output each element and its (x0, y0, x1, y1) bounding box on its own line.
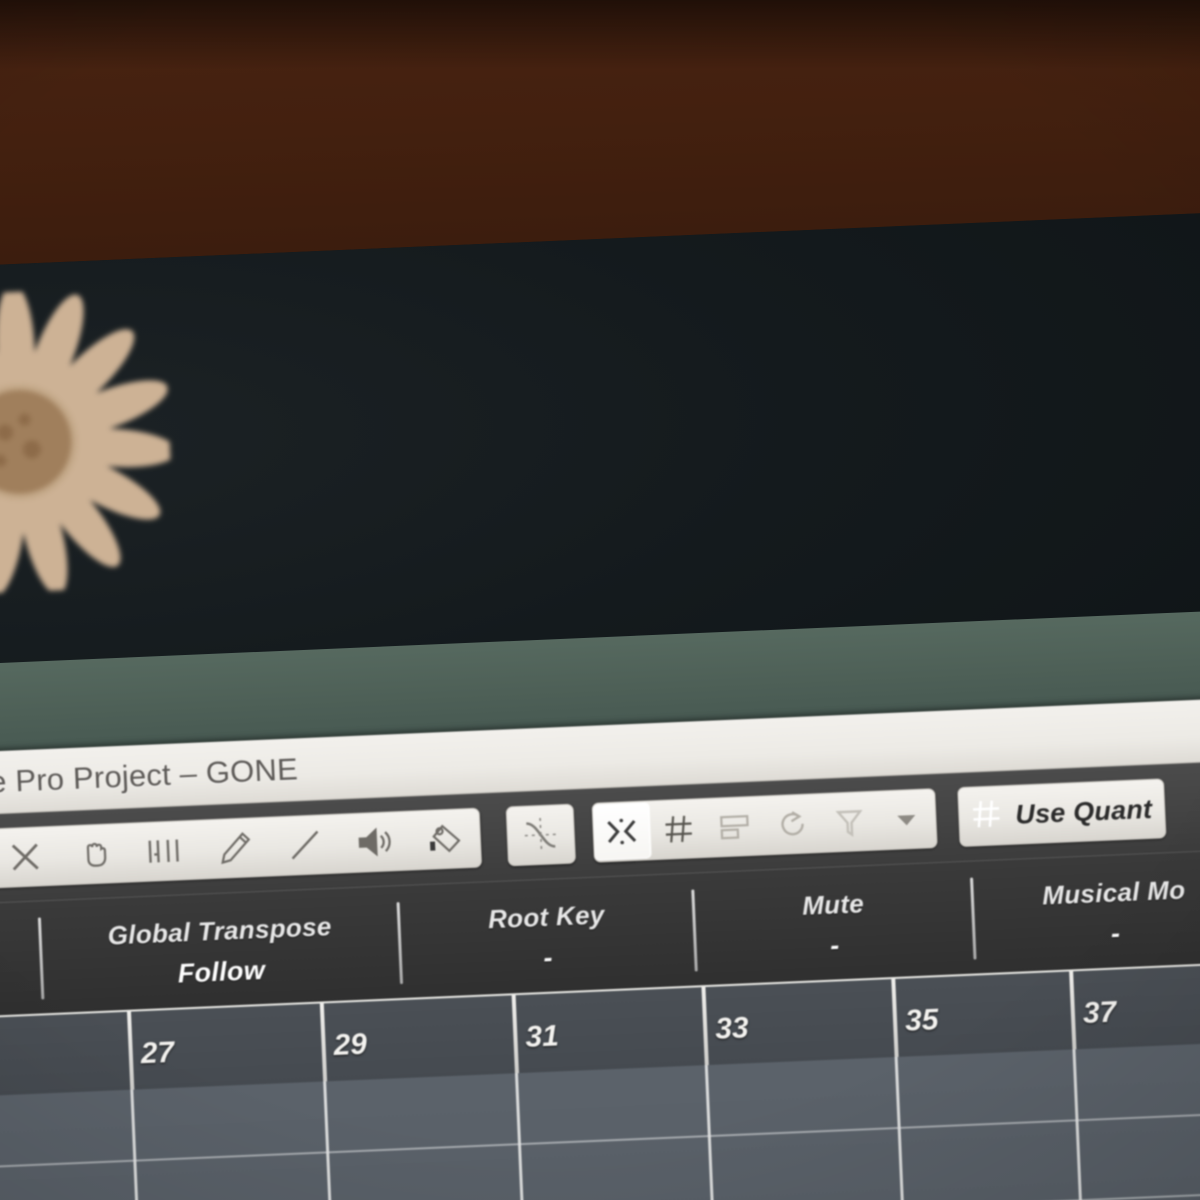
tool-palette-group (0, 807, 483, 892)
x-icon (8, 839, 43, 874)
info-label-global-transpose: Global Transpose (107, 911, 333, 951)
snap-toggle[interactable] (592, 802, 652, 861)
daw-window: ase Pro Project – GONE Use Quant Global … (0, 692, 1200, 1200)
grid-bar-line (514, 1073, 529, 1200)
ruler-bar-number: 29 (332, 1027, 368, 1063)
ruler-bar-tick (701, 987, 709, 1066)
info-value-global-transpose: Follow (177, 954, 266, 989)
paint-tag-icon (426, 821, 463, 857)
draw-tool[interactable] (209, 819, 261, 877)
info-cell-mute[interactable]: Mute - (694, 862, 975, 986)
grid-bar-line (1072, 1049, 1086, 1200)
snap-type-grid[interactable] (650, 800, 709, 858)
free-warp-tool[interactable] (515, 806, 567, 864)
info-label-musical-mode: Musical Mo (1041, 874, 1186, 911)
grid-bar-line (130, 1089, 144, 1200)
track-divider-line (0, 1106, 1200, 1170)
cycle-arrow-icon (775, 806, 810, 841)
split-bars-icon (144, 833, 185, 869)
info-value-musical-mode: - (1110, 918, 1121, 949)
ruler-bar-tick (511, 995, 519, 1074)
info-cell-musical-mode[interactable]: Musical Mo - (972, 850, 1200, 974)
two-blocks-icon (717, 809, 754, 845)
info-cell-global-transpose[interactable]: Global Transpose Follow (40, 886, 400, 1013)
mute-tool[interactable] (69, 825, 121, 883)
funnel-icon (833, 804, 866, 839)
daisy-flower-icon (0, 284, 178, 599)
photo-scene: ase Pro Project – GONE Use Quant Global … (0, 0, 1200, 1200)
snap-dropdown[interactable] (877, 790, 936, 848)
use-quantize-button[interactable]: Use Quant (957, 778, 1167, 848)
window-title: ase Pro Project – GONE (0, 751, 299, 801)
ruler-bar-number: 33 (714, 1011, 750, 1046)
grid-hash-icon (969, 796, 1005, 836)
erase-tool[interactable] (0, 828, 51, 886)
info-label-root-key: Root Key (487, 899, 606, 935)
ruler-bar-tick (1069, 971, 1077, 1050)
snap-group (591, 788, 938, 863)
grid-hash-icon (661, 811, 696, 846)
snap-type-cycle[interactable] (763, 795, 822, 853)
ruler-bar-number: 31 (524, 1019, 560, 1054)
info-cell-leading (0, 902, 42, 1018)
use-quantize-label: Use Quant (1014, 793, 1153, 830)
ruler-bar-tick (319, 1003, 328, 1082)
ruler-bar-number: 37 (1082, 995, 1117, 1030)
split-tool[interactable] (139, 822, 191, 880)
pencil-icon (217, 830, 252, 865)
info-label-mute: Mute (801, 888, 865, 921)
chevron-down-icon (894, 807, 919, 832)
speaker-icon (355, 824, 394, 860)
snap-type-events[interactable] (706, 797, 765, 855)
color-tool[interactable] (419, 810, 471, 868)
grid-bar-line (323, 1081, 337, 1200)
line-icon (287, 827, 322, 862)
ruler-bar-tick (891, 978, 899, 1058)
snap-type-magnet[interactable] (820, 793, 879, 851)
desktop-wallpaper (0, 207, 1200, 668)
laptop-screen: ase Pro Project – GONE Use Quant Global … (0, 207, 1200, 1200)
grid-bar-line (704, 1065, 719, 1200)
warp-group (505, 803, 577, 867)
ruler-bar-number: 35 (904, 1003, 940, 1038)
info-cell-root-key[interactable]: Root Key - (399, 874, 696, 998)
s-curve-icon (520, 814, 562, 856)
info-value-root-key: - (542, 942, 554, 973)
track-divider-line (0, 1186, 1200, 1200)
hand-icon (78, 836, 113, 871)
snap-arrows-icon (603, 814, 640, 850)
info-value-mute: - (829, 930, 841, 961)
play-tool[interactable] (349, 813, 401, 871)
line-tool[interactable] (279, 816, 331, 874)
ruler-bar-number: 27 (140, 1035, 175, 1071)
ruler-bar-tick (126, 1011, 135, 1090)
